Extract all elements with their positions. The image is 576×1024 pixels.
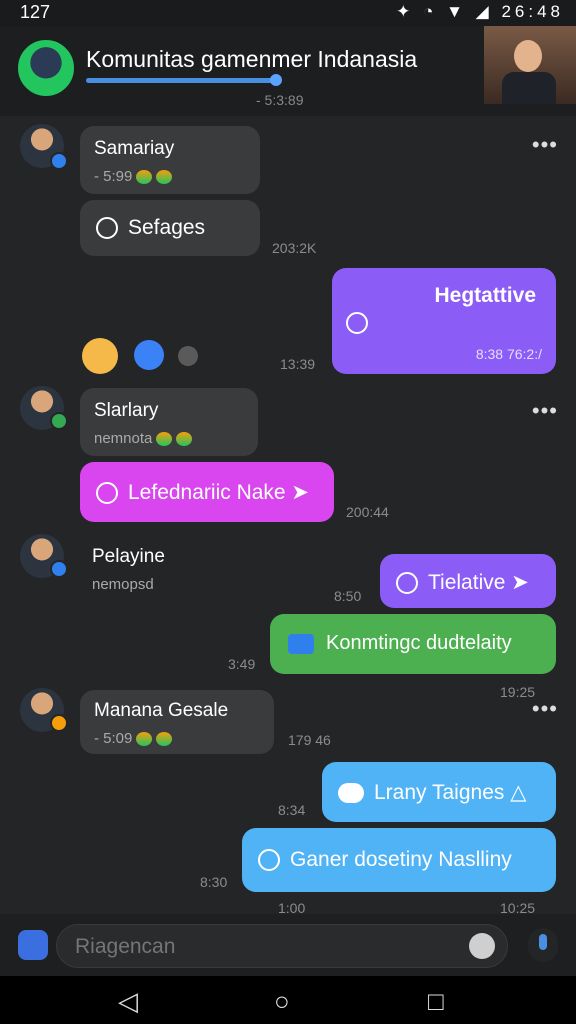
status-bar: 127 ✦ ◔ ▼ ◢ 26:48 bbox=[0, 0, 576, 26]
timestamp: 8:30 bbox=[200, 874, 228, 890]
recents-icon[interactable]: □ bbox=[428, 986, 444, 1017]
system-navbar: ◁ ○ □ bbox=[0, 976, 576, 1024]
message-bubble[interactable]: Sefages bbox=[80, 200, 260, 256]
timestamp: 200:44 bbox=[346, 504, 389, 520]
status-icons: ✦ ◔ ▼ ◢ 26:48 bbox=[396, 2, 564, 21]
message-bubble-outgoing[interactable]: Tielative ➤ bbox=[380, 554, 556, 608]
microphone-icon[interactable] bbox=[528, 928, 558, 962]
progress-bar bbox=[86, 78, 276, 83]
status-time: 26:48 bbox=[501, 2, 564, 21]
add-reaction-icon[interactable] bbox=[178, 346, 198, 366]
timestamp: 203:2K bbox=[272, 240, 317, 256]
timestamp: 179 46 bbox=[288, 732, 331, 748]
gear-icon bbox=[96, 217, 118, 240]
timestamp: 13:39 bbox=[280, 356, 316, 372]
message-meta: 8:38 76:2:/ bbox=[475, 346, 542, 362]
star-icon bbox=[258, 849, 280, 872]
message-card[interactable]: Manana Gesale - 5:09 bbox=[80, 690, 274, 754]
laptop-icon bbox=[288, 633, 314, 654]
message-text: Ganer dosetiny Naslliny bbox=[258, 848, 512, 872]
timestamp: 3:49 bbox=[228, 656, 256, 672]
person-face bbox=[514, 40, 542, 72]
message-input[interactable] bbox=[73, 931, 467, 963]
more-options-icon[interactable]: ••• bbox=[532, 696, 558, 722]
message-text: Konmtingc dudtelaity bbox=[288, 632, 512, 655]
message-card[interactable]: Slarlary nemnota bbox=[80, 388, 258, 456]
badge-icon bbox=[50, 560, 68, 578]
message-meta: - 5:99 bbox=[94, 168, 173, 185]
message-text: Hegtattive bbox=[434, 284, 536, 307]
message-text: Lrany Taignes △ bbox=[338, 780, 526, 805]
message-bubble-outgoing[interactable]: Konmtingc dudtelaity bbox=[270, 614, 556, 674]
status-left: 127 bbox=[20, 2, 51, 22]
composer bbox=[0, 914, 576, 976]
sender-name: Pelayine bbox=[92, 546, 165, 567]
header-subtitle: - 5:3:89 bbox=[256, 92, 304, 108]
timestamp: 19:25 bbox=[500, 684, 536, 700]
person-shirt bbox=[502, 72, 556, 104]
sender-name: Manana Gesale bbox=[94, 700, 229, 721]
video-call-thumbnail[interactable] bbox=[484, 26, 576, 104]
message-card[interactable]: Samariay - 5:99 bbox=[80, 126, 260, 194]
clock-icon bbox=[96, 482, 118, 505]
reaction-avatar[interactable] bbox=[82, 338, 118, 374]
message-bubble[interactable]: Lefednariic Nake ➤ bbox=[80, 462, 334, 522]
message-text: Lefednariic Nake ➤ bbox=[96, 480, 309, 505]
back-icon[interactable]: ◁ bbox=[118, 986, 138, 1017]
sender-name: Slarlary bbox=[94, 400, 159, 421]
more-options-icon[interactable]: ••• bbox=[532, 132, 558, 158]
at-icon bbox=[396, 572, 418, 595]
more-options-icon[interactable]: ••• bbox=[532, 398, 558, 424]
group-title[interactable]: Komunitas gamenmer Indanasia bbox=[86, 46, 417, 73]
message-input-wrapper bbox=[56, 924, 508, 968]
message-meta: nemopsd bbox=[92, 576, 154, 593]
badge-icon bbox=[50, 412, 68, 430]
badge-icon bbox=[50, 714, 68, 732]
message-text: Sefages bbox=[96, 216, 205, 240]
group-avatar[interactable] bbox=[18, 40, 74, 96]
message-bubble-outgoing[interactable]: Ganer dosetiny Naslliny bbox=[242, 828, 556, 892]
timestamp: 8:34 bbox=[278, 802, 306, 818]
emoji-icon[interactable] bbox=[469, 933, 495, 959]
chat-header: Komunitas gamenmer Indanasia - 5:3:89 bbox=[0, 26, 576, 116]
timestamp: 8:50 bbox=[334, 588, 362, 604]
message-bubble-outgoing[interactable]: Hegtattive 8:38 76:2:/ bbox=[332, 268, 556, 374]
bird-icon bbox=[338, 783, 364, 804]
message-meta: - 5:09 bbox=[94, 730, 173, 747]
message-text: Tielative ➤ bbox=[396, 570, 529, 595]
home-icon[interactable]: ○ bbox=[274, 986, 290, 1017]
bluetooth-icon[interactable] bbox=[134, 340, 164, 370]
message-bubble-outgoing[interactable]: Lrany Taignes △ bbox=[322, 762, 556, 822]
progress-dot bbox=[270, 74, 282, 86]
camera-icon[interactable] bbox=[18, 930, 48, 960]
message-meta: nemnota bbox=[94, 430, 193, 447]
badge-icon bbox=[50, 152, 68, 170]
reaction-icon bbox=[346, 312, 368, 334]
sender-name: Samariay bbox=[94, 138, 175, 159]
